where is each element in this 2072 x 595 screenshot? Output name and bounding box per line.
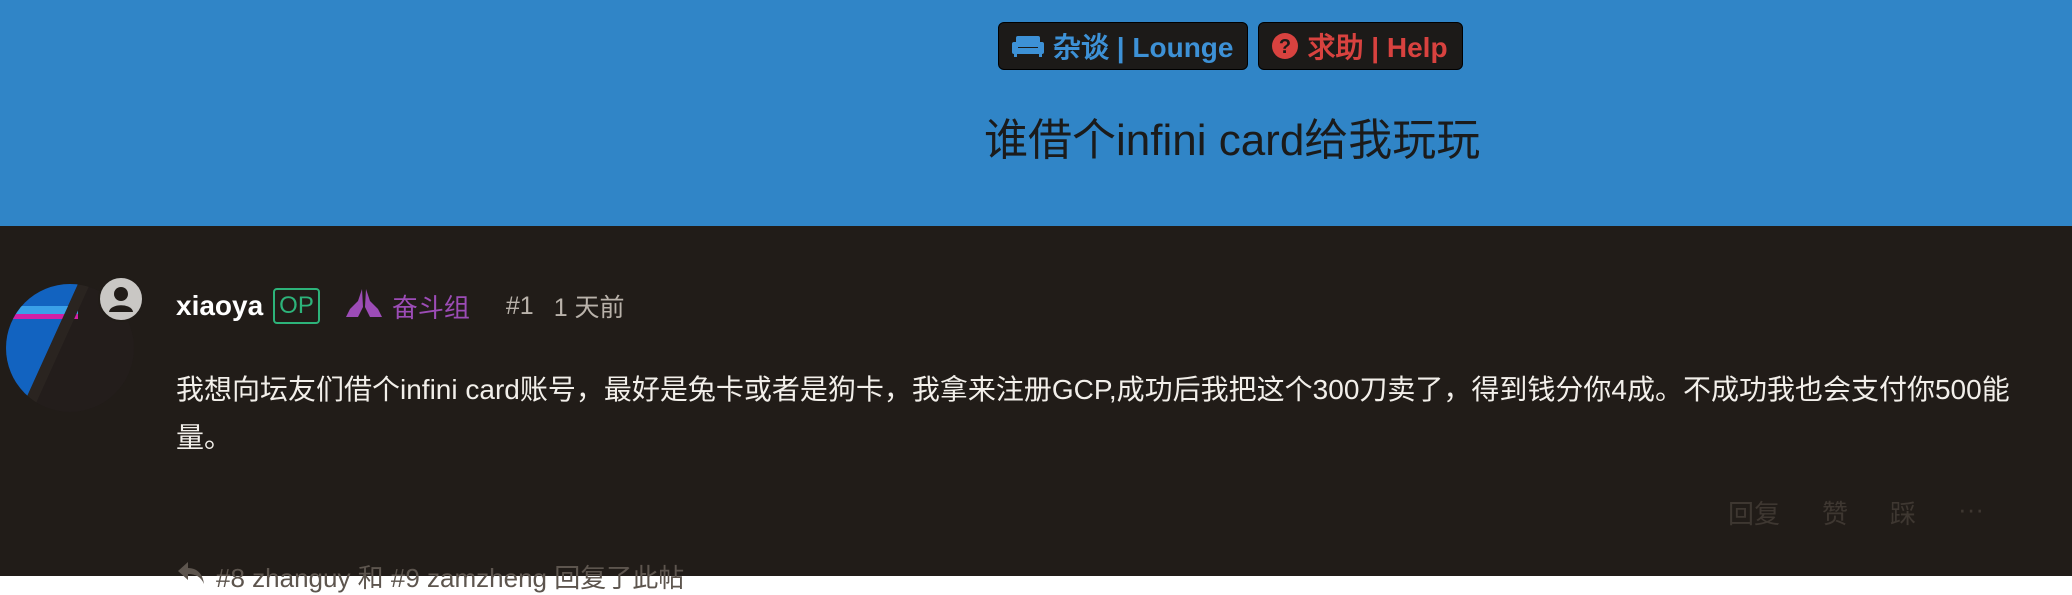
tag-help-label: 求助 | Help (1307, 32, 1448, 63)
post-meta: xiaoya OP 奋斗组 #1 1 天前 (176, 284, 625, 328)
reply-button[interactable]: 回复 (1728, 494, 1780, 531)
user-group-label: 奋斗组 (391, 292, 470, 323)
couch-icon (1011, 34, 1045, 58)
tag-list: 杂谈 | Lounge ? 求助 | Help (998, 22, 1463, 70)
op-badge: OP (273, 288, 320, 324)
praying-hands-icon (344, 287, 384, 326)
tag-lounge-label: 杂谈 | Lounge (1053, 32, 1234, 63)
post-body: 我想向坛友们借个infini card账号，最好是兔卡或者是狗卡，我拿来注册GC… (176, 374, 2010, 453)
question-circle-icon: ? (1271, 32, 1299, 60)
dislike-button[interactable]: 踩 (1890, 494, 1916, 531)
tag-lounge[interactable]: 杂谈 | Lounge (998, 22, 1249, 70)
username[interactable]: xiaoya (176, 290, 263, 322)
reply-arrow-icon (176, 560, 206, 593)
user-group[interactable]: 奋斗组 (344, 287, 470, 326)
reply-summary-label: #8 zhanguy 和 #9 zamzheng 回复了此帖 (216, 563, 685, 593)
like-button[interactable]: 赞 (1822, 494, 1848, 531)
svg-text:?: ? (1279, 36, 1291, 58)
post-actions: 回复 赞 踩 ··· (1728, 494, 1984, 531)
more-button[interactable]: ··· (1958, 494, 1984, 531)
tag-help[interactable]: ? 求助 | Help (1258, 22, 1463, 70)
topic-header: 杂谈 | Lounge ? 求助 | Help 谁借个infini card给我… (0, 0, 2072, 226)
post-number[interactable]: #1 (506, 292, 534, 321)
topic-title[interactable]: 谁借个infini card给我玩玩 (984, 104, 1480, 168)
user-status-icon (98, 276, 144, 322)
post-time[interactable]: 1 天前 (554, 288, 625, 324)
reply-summary[interactable]: #8 zhanguy 和 #9 zamzheng 回复了此帖 (176, 558, 684, 595)
